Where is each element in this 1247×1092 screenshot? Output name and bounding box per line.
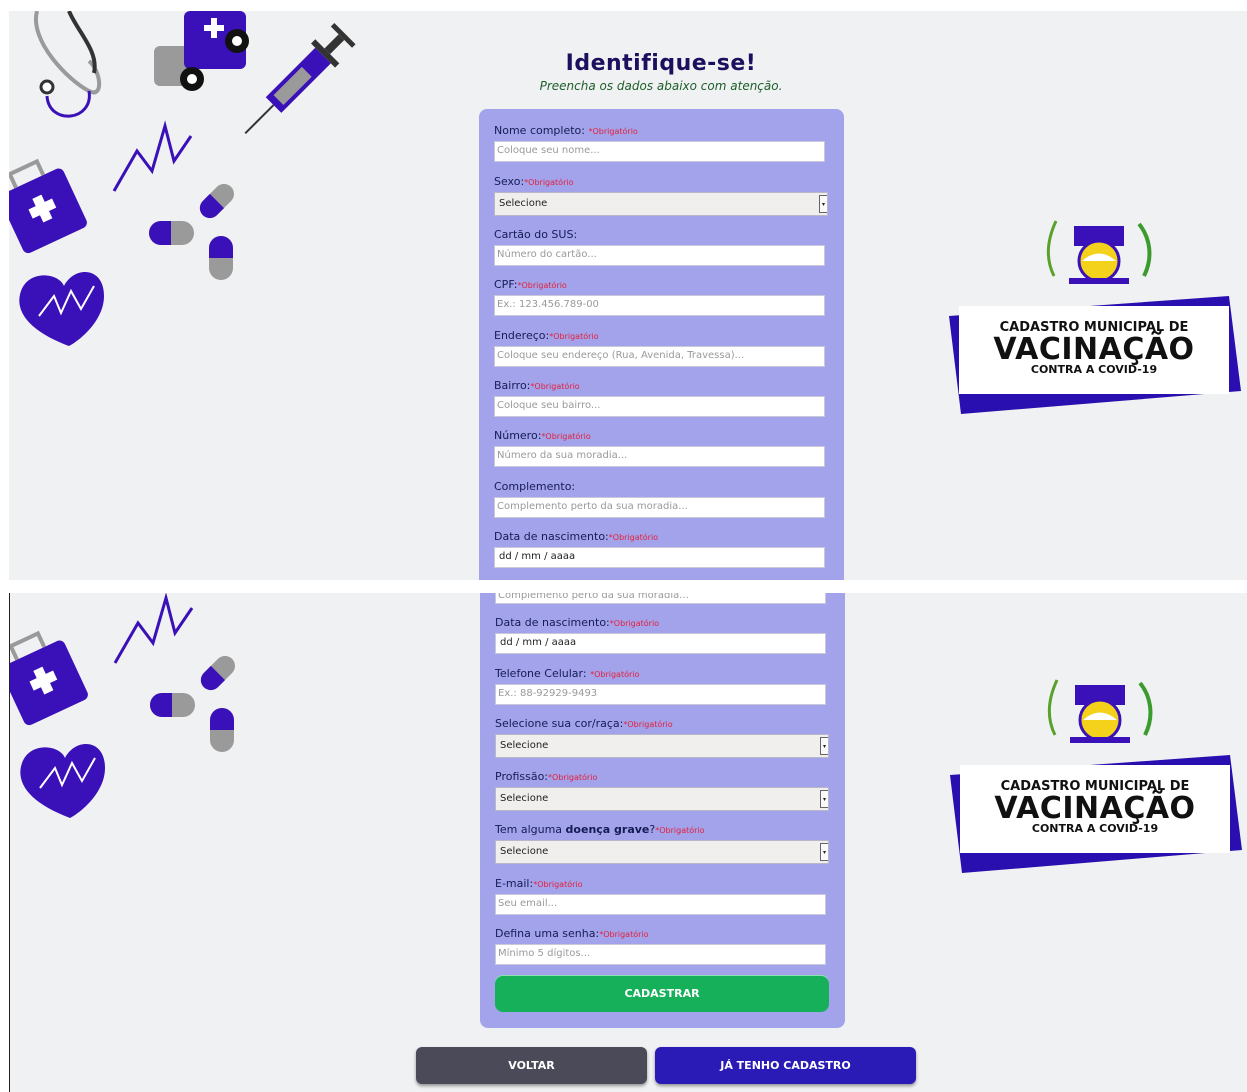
required-tag: *Obrigatório xyxy=(623,720,673,729)
sexo-label: Sexo: xyxy=(494,175,525,188)
field-sus: Cartão do SUS: Número do cartão... xyxy=(494,228,828,266)
required-tag: *Obrigatório xyxy=(608,533,659,542)
required-tag: *Obrigatório xyxy=(517,281,567,290)
doenca-label-bold: doença grave xyxy=(565,823,650,836)
pulse-line-icon xyxy=(113,593,194,664)
field-senha: Defina uma senha:*Obrigatório Mínimo 5 d… xyxy=(495,927,829,965)
required-tag: *Obrigatório xyxy=(609,619,660,628)
select-arrow-icon: ▾ xyxy=(820,790,828,808)
pulse-line-icon xyxy=(112,120,193,192)
sus-label: Cartão do SUS: xyxy=(494,228,578,241)
field-sexo: Sexo:*Obrigatório Selecione ▾ xyxy=(494,175,828,216)
logo-line2: VACINAÇÃO xyxy=(993,332,1195,367)
vaccination-logo: CADASTRO MUNICIPAL DE VACINAÇÃO CONTRA A… xyxy=(950,675,1242,885)
complemento-input[interactable]: Complemento perto da sua moradia... xyxy=(495,593,826,604)
nascimento-label: Data de nascimento: xyxy=(495,616,610,629)
cpf-input[interactable]: Ex.: 123.456.789-00 xyxy=(494,295,825,316)
logo-line2: VACINAÇÃO xyxy=(994,791,1196,826)
complemento-input[interactable]: Complemento perto da sua moradia... xyxy=(494,497,825,518)
required-tag: *Obrigatório xyxy=(655,826,705,835)
select-arrow-icon: ▾ xyxy=(820,737,828,755)
required-tag: *Obrigatório xyxy=(524,178,574,187)
vaccination-logo: CADASTRO MUNICIPAL DE VACINAÇÃO CONTRA A… xyxy=(949,216,1241,426)
back-button[interactable]: VOLTAR xyxy=(416,1047,647,1084)
required-tag: *Obrigatório xyxy=(548,773,598,782)
page-subtitle: Preencha os dados abaixo com atenção. xyxy=(539,79,783,93)
submit-button[interactable]: CADASTRAR xyxy=(495,976,829,1012)
profissao-label: Profissão: xyxy=(495,770,549,783)
registration-form: Nome completo: *Obrigatório Coloque seu … xyxy=(479,109,844,580)
bairro-label: Bairro: xyxy=(494,379,531,392)
field-profissao: Profissão:*Obrigatório Selecione ▾ xyxy=(495,770,829,811)
cpf-label: CPF: xyxy=(494,278,518,291)
endereco-label: Endereço: xyxy=(494,329,550,342)
page-header: Identifique-se! Preencha os dados abaixo… xyxy=(9,51,1247,93)
profissao-select[interactable]: Selecione ▾ xyxy=(495,787,829,811)
logo-card: CADASTRO MUNICIPAL DE VACINAÇÃO CONTRA A… xyxy=(960,765,1230,853)
bairro-input[interactable]: Coloque seu bairro... xyxy=(494,396,825,417)
select-arrow-icon: ▾ xyxy=(819,195,827,213)
field-nascimento: Data de nascimento:*Obrigatório dd / mm … xyxy=(494,530,828,568)
logo-card: CADASTRO MUNICIPAL DE VACINAÇÃO CONTRA A… xyxy=(959,306,1229,394)
screenshot-top: Identifique-se! Preencha os dados abaixo… xyxy=(9,11,1247,580)
medical-illustrations xyxy=(10,593,235,818)
page-title: Identifique-se! xyxy=(565,51,757,76)
required-tag: *Obrigatório xyxy=(541,432,591,441)
municipal-crest-icon xyxy=(1047,679,1153,743)
screenshot-bottom: Complemento perto da sua moradia... Data… xyxy=(9,593,1247,1092)
nome-input[interactable]: Coloque seu nome... xyxy=(494,141,825,162)
telefone-label: Telefone Celular: xyxy=(495,667,587,680)
select-arrow-icon: ▾ xyxy=(820,843,828,861)
field-cor: Selecione sua cor/raça:*Obrigatório Sele… xyxy=(495,717,829,758)
pills-icon xyxy=(150,655,235,752)
required-tag: *Obrigatório xyxy=(533,880,583,889)
nascimento-input[interactable]: dd / mm / aaaa xyxy=(494,547,825,568)
field-telefone: Telefone Celular: *Obrigatório Ex.: 88-9… xyxy=(495,667,829,705)
telefone-input[interactable]: Ex.: 88-92929-9493 xyxy=(495,684,826,705)
field-nome: Nome completo: *Obrigatório Coloque seu … xyxy=(494,124,828,162)
field-nascimento: Data de nascimento:*Obrigatório dd / mm … xyxy=(495,616,829,654)
endereco-input[interactable]: Coloque seu endereço (Rua, Avenida, Trav… xyxy=(494,346,825,367)
required-tag: *Obrigatório xyxy=(549,332,599,341)
email-input[interactable]: Seu email... xyxy=(495,894,826,915)
registration-form: Complemento perto da sua moradia... Data… xyxy=(480,593,845,1028)
senha-input[interactable]: Mínimo 5 dígitos... xyxy=(495,944,826,965)
required-tag: *Obrigatório xyxy=(590,670,640,679)
heart-icon xyxy=(20,744,106,818)
cor-label: Selecione sua cor/raça: xyxy=(495,717,624,730)
field-cpf: CPF:*Obrigatório Ex.: 123.456.789-00 xyxy=(494,278,828,316)
field-numero: Número:*Obrigatório Número da sua moradi… xyxy=(494,429,828,467)
municipal-crest-icon xyxy=(1046,220,1152,284)
required-tag: *Obrigatório xyxy=(588,127,638,136)
nome-label: Nome completo: xyxy=(494,124,585,137)
doenca-label-prefix: Tem alguma xyxy=(495,823,563,836)
field-complemento: Complemento: Complemento perto da sua mo… xyxy=(494,480,828,518)
field-endereco: Endereço:*Obrigatório Coloque seu endere… xyxy=(494,329,828,367)
required-tag: *Obrigatório xyxy=(599,930,649,939)
field-email: E-mail:*Obrigatório Seu email... xyxy=(495,877,829,915)
already-registered-button[interactable]: JÁ TENHO CADASTRO xyxy=(655,1047,916,1084)
pills-icon xyxy=(149,183,234,280)
senha-label: Defina uma senha: xyxy=(495,927,600,940)
first-aid-kit-icon xyxy=(9,158,87,254)
cor-select[interactable]: Selecione ▾ xyxy=(495,734,829,758)
heart-icon xyxy=(19,272,105,346)
field-doenca: Tem alguma doença grave?*Obrigatório Sel… xyxy=(495,823,829,864)
first-aid-kit-icon xyxy=(10,630,88,726)
doenca-select[interactable]: Selecione ▾ xyxy=(495,840,829,864)
field-bairro: Bairro:*Obrigatório Coloque seu bairro..… xyxy=(494,379,828,417)
email-label: E-mail: xyxy=(495,877,534,890)
nascimento-label: Data de nascimento: xyxy=(494,530,609,543)
required-tag: *Obrigatório xyxy=(530,382,580,391)
sexo-select[interactable]: Selecione ▾ xyxy=(494,192,828,216)
complemento-label: Complemento: xyxy=(494,480,576,493)
numero-label: Número: xyxy=(494,429,542,442)
sus-input[interactable]: Número do cartão... xyxy=(494,245,825,266)
numero-input[interactable]: Número da sua moradia... xyxy=(494,446,825,467)
nascimento-input[interactable]: dd / mm / aaaa xyxy=(495,633,826,654)
